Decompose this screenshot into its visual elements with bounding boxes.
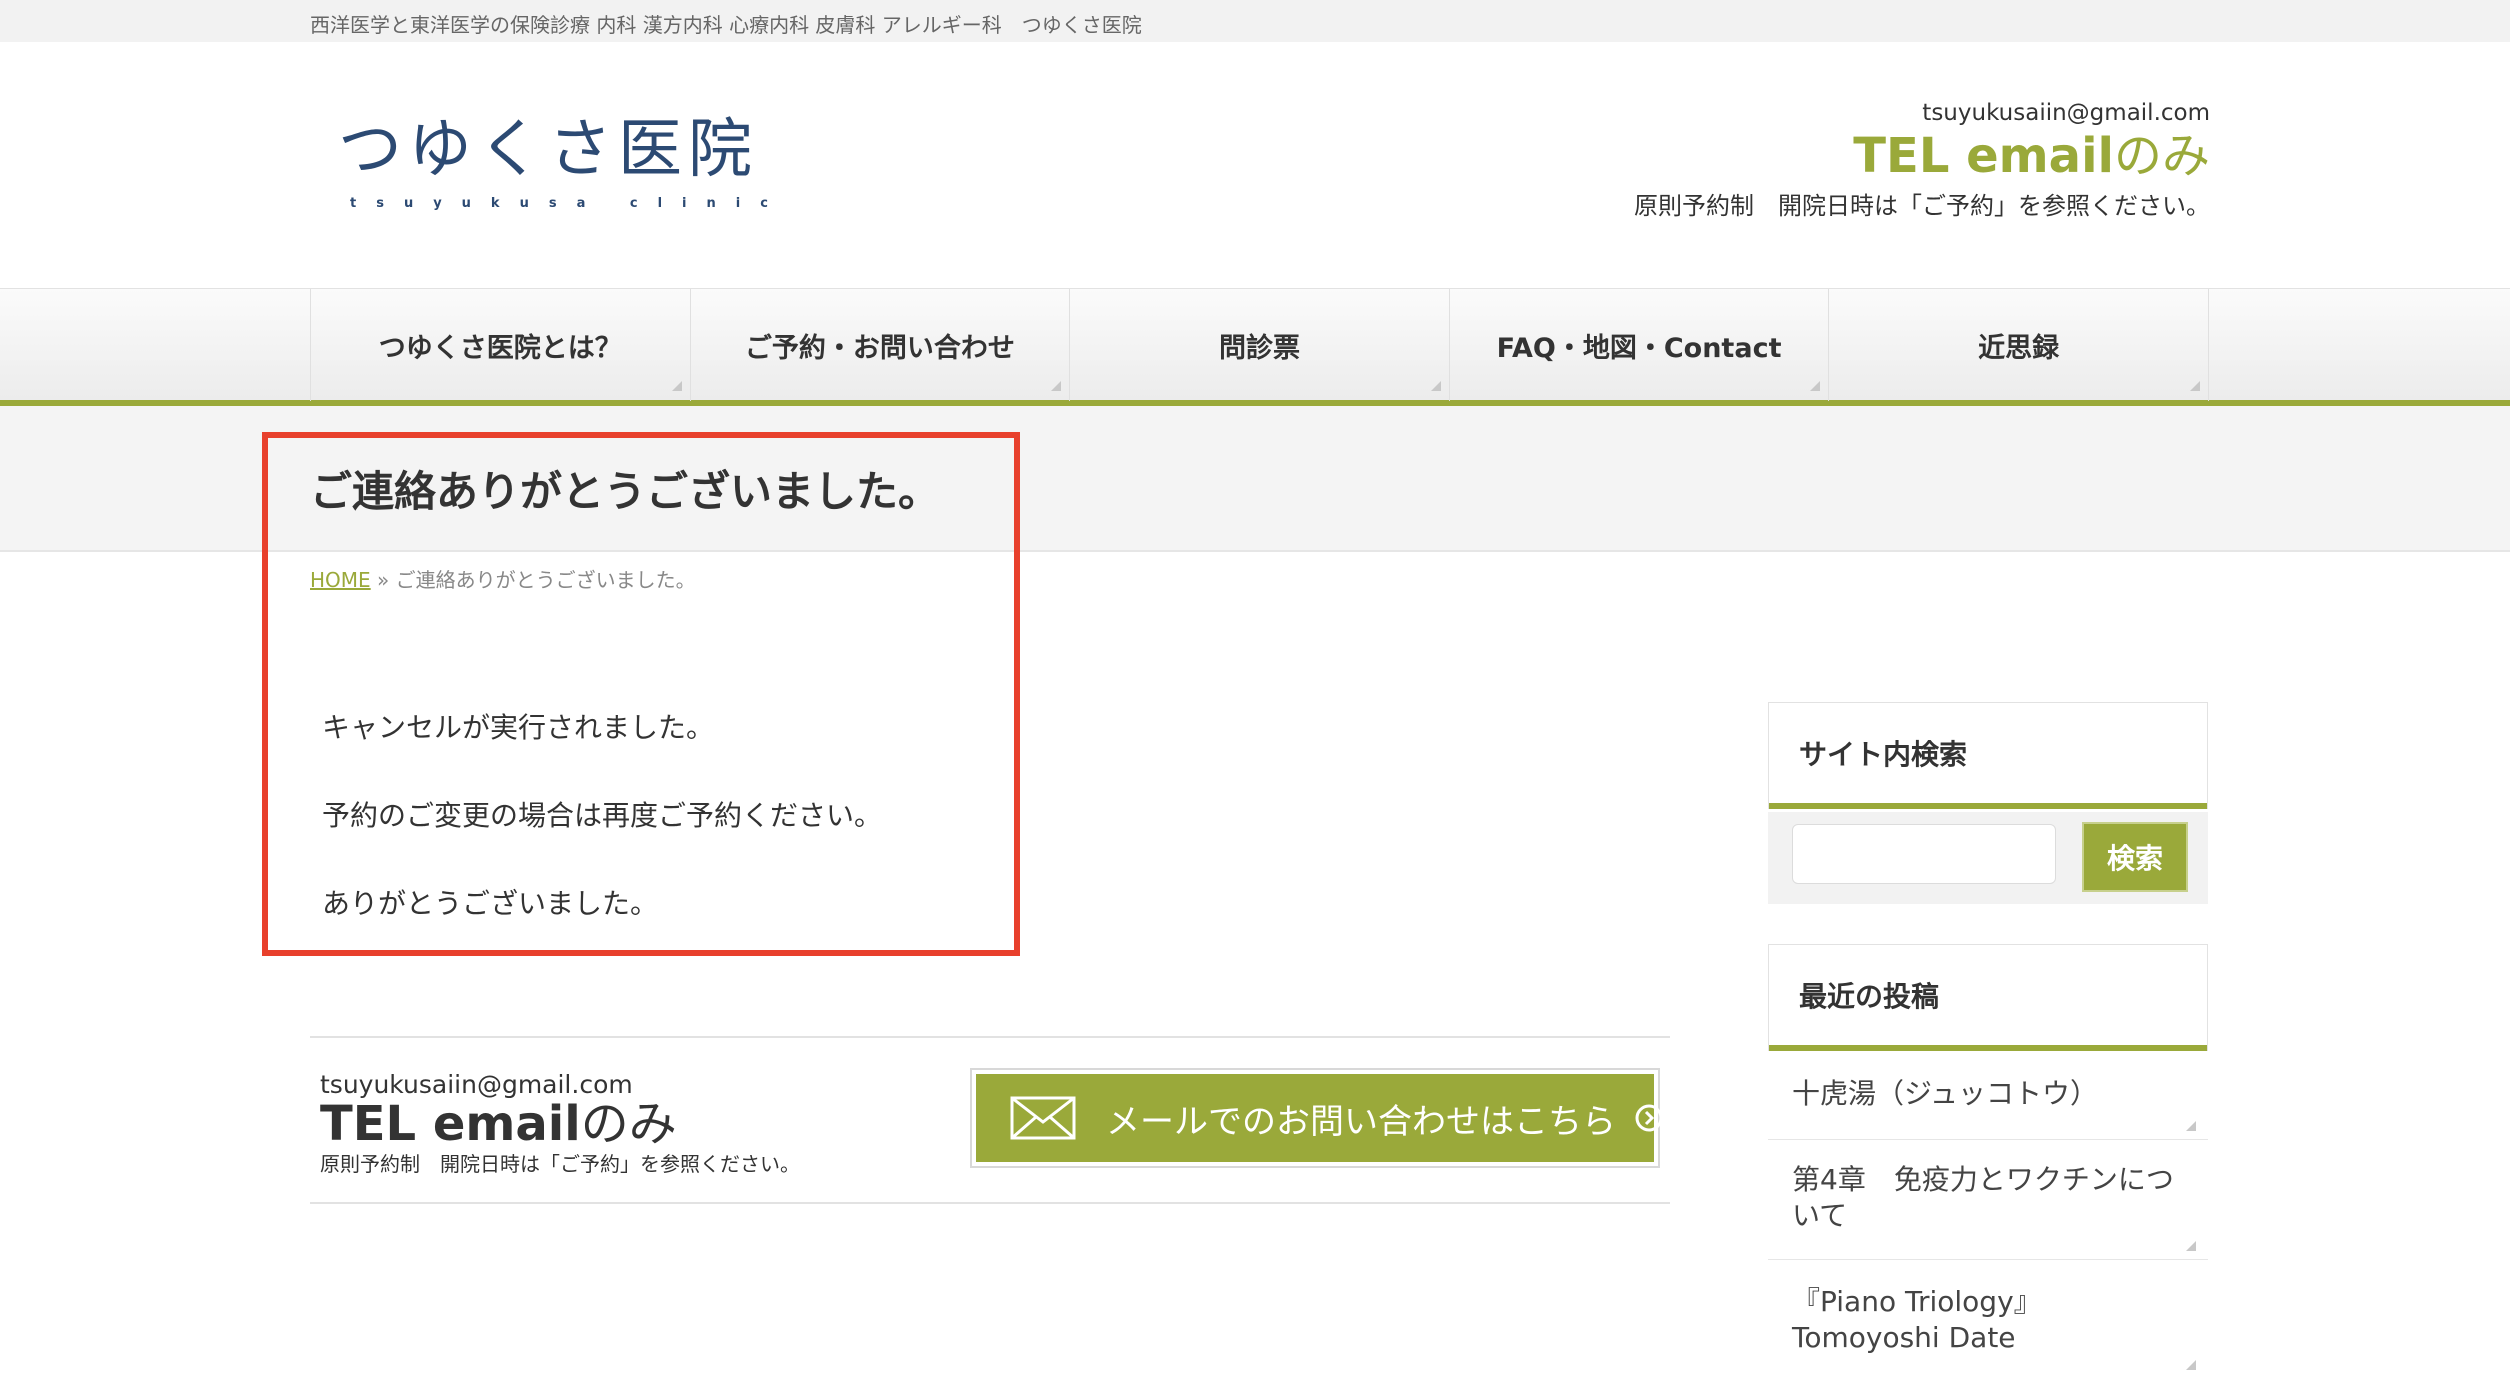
envelope-icon xyxy=(1010,1096,1076,1140)
mail-button-label: メールでのお問い合わせはこちら xyxy=(1106,1101,1616,1142)
corner-triangle-icon xyxy=(1051,381,1062,391)
nav-items: つゆくさ医院とは？ ご予約・お問い合わせ 問診票 FAQ・地図・Contact … xyxy=(310,289,2209,401)
contact-box: tsuyukusaiin@gmail.com TEL emailのみ 原則予約制… xyxy=(310,1036,1670,1204)
search-widget: サイト内検索 xyxy=(1768,702,2208,809)
recent-post-item[interactable]: 十虎湯（ジュッコトウ） xyxy=(1768,1056,2208,1140)
recent-post-title: 『Piano Triology』Tomoyoshi Date xyxy=(1792,1285,2042,1354)
corner-triangle-icon xyxy=(2186,1121,2196,1131)
site-logo[interactable]: つゆくさ医院 tsuyukusa clinic xyxy=(338,110,788,220)
corner-triangle-icon xyxy=(2189,381,2200,391)
highlight-box xyxy=(262,432,1020,956)
nav-item-label: つゆくさ医院とは？ xyxy=(378,332,622,364)
header-tel-prefix: TEL email xyxy=(1853,128,2114,184)
search-button[interactable]: 検索 xyxy=(2082,822,2188,892)
recent-post-item[interactable]: 『Piano Triology』Tomoyoshi Date xyxy=(1768,1260,2208,1378)
main-nav: つゆくさ医院とは？ ご予約・お問い合わせ 問診票 FAQ・地図・Contact … xyxy=(0,288,2510,406)
header-tel-suffix: のみ xyxy=(2113,128,2210,184)
contact-tel-suffix: のみ xyxy=(580,1096,677,1152)
site-tagline: 西洋医学と東洋医学の保険診療 内科 漢方内科 心療内科 皮膚科 アレルギー科 つ… xyxy=(310,13,1142,37)
nav-item-label: ご予約・お問い合わせ xyxy=(744,332,1015,364)
mail-contact-button[interactable]: メールでのお問い合わせはこちら xyxy=(970,1068,1663,1168)
nav-item-questionnaire[interactable]: 問診票 xyxy=(1070,289,1450,401)
search-area: 検索 xyxy=(1768,812,2208,904)
search-input[interactable] xyxy=(1792,824,2056,884)
nav-item-label: 近思録 xyxy=(1978,332,2060,364)
corner-triangle-icon xyxy=(2186,1241,2196,1251)
corner-triangle-icon xyxy=(1430,381,1441,391)
nav-item-about[interactable]: つゆくさ医院とは？ xyxy=(311,289,691,401)
recent-post-item[interactable]: 第4章 免疫力とワクチンについて xyxy=(1768,1140,2208,1260)
corner-triangle-icon xyxy=(671,381,682,391)
contact-tel-prefix: TEL email xyxy=(320,1096,581,1152)
nav-item-faq-map-contact[interactable]: FAQ・地図・Contact xyxy=(1450,289,1830,401)
header-email: tsuyukusaiin@gmail.com xyxy=(1922,100,2210,126)
contact-note: 原則予約制 開院日時は「ご予約」を参照ください。 xyxy=(320,1152,800,1176)
header-note: 原則予約制 開院日時は「ご予約」を参照ください。 xyxy=(1634,192,2210,220)
header-contact: tsuyukusaiin@gmail.com TEL emailのみ 原則予約制… xyxy=(1510,100,2210,221)
corner-triangle-icon xyxy=(2186,1360,2196,1370)
contact-tel: TEL emailのみ xyxy=(320,1092,677,1156)
recent-posts-widget: 最近の投稿 xyxy=(1768,944,2208,1051)
mail-button-inner: メールでのお問い合わせはこちら xyxy=(976,1074,1663,1162)
corner-triangle-icon xyxy=(1810,381,1821,391)
recent-posts-title: 最近の投稿 xyxy=(1769,945,2207,1051)
recent-post-title: 十虎湯（ジュッコトウ） xyxy=(1792,1077,2099,1110)
logo-subtext: tsuyukusa clinic xyxy=(350,196,788,211)
nav-item-reservation[interactable]: ご予約・お問い合わせ xyxy=(691,289,1071,401)
header-tel: TEL emailのみ xyxy=(1510,128,2210,184)
logo-text: つゆくさ医院 xyxy=(338,113,758,187)
top-bar: 西洋医学と東洋医学の保険診療 内科 漢方内科 心療内科 皮膚科 アレルギー科 つ… xyxy=(0,0,2510,42)
nav-item-kinshiroku[interactable]: 近思録 xyxy=(1829,289,2209,401)
nav-item-label: 問診票 xyxy=(1218,332,1300,364)
search-widget-title: サイト内検索 xyxy=(1769,703,2207,809)
recent-post-title: 第4章 免疫力とワクチンについて xyxy=(1792,1163,2174,1232)
nav-item-label: FAQ・地図・Contact xyxy=(1496,332,1782,364)
circle-arrow-icon xyxy=(1635,1104,1663,1132)
